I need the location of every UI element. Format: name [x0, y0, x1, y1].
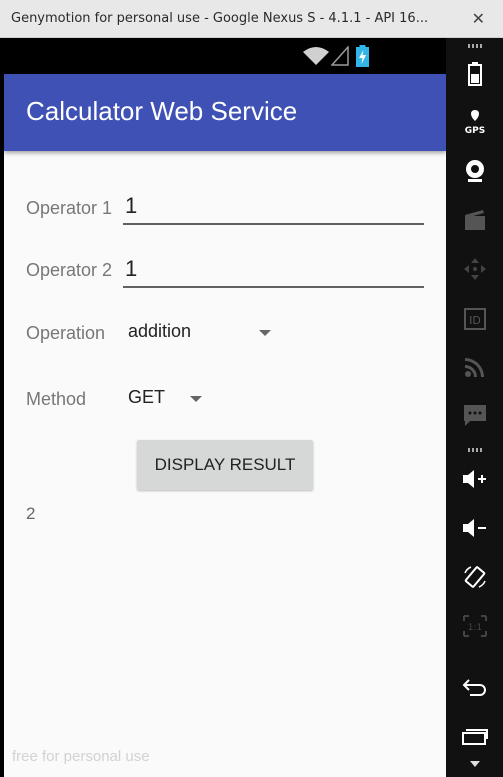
close-icon[interactable]: ✕ [472, 9, 485, 28]
window-titlebar: Genymotion for personal use - Google Nex… [0, 0, 503, 38]
method-selected-value: GET [128, 387, 166, 407]
operation-selected-value: addition [128, 321, 192, 341]
app-screen: Calculator Web Service Operator 1 Operat… [4, 74, 446, 777]
watermark-text: free for personal use [12, 748, 150, 765]
gps-label: GPS [464, 126, 484, 134]
volume-down-icon[interactable] [446, 508, 503, 548]
operator2-field[interactable] [123, 254, 426, 288]
pixel-perfect-label: 1:1 [467, 623, 481, 633]
gps-icon[interactable]: GPS [446, 102, 503, 142]
operator1-input[interactable] [123, 191, 426, 221]
method-spinner[interactable]: GET [128, 385, 208, 413]
battery-charging-icon [356, 45, 369, 67]
operation-label: Operation [26, 323, 106, 343]
recent-apps-icon[interactable] [446, 716, 503, 756]
status-bar [0, 38, 446, 74]
emulator-sidebar: GPS ID 1:1 [446, 38, 503, 777]
rotate-icon[interactable] [446, 557, 503, 597]
message-icon [446, 396, 503, 436]
app-title: Calculator Web Service [26, 96, 298, 126]
grip-dots [468, 448, 482, 452]
window-title: Genymotion for personal use - Google Nex… [11, 11, 429, 26]
wifi-icon [303, 47, 329, 65]
dropdown-arrow-icon [190, 396, 202, 402]
scroll-down-icon[interactable] [446, 751, 503, 777]
method-label: Method [26, 389, 87, 409]
id-icon: ID [446, 299, 503, 339]
operator1-label: Operator 1 [26, 198, 113, 218]
operator2-label: Operator 2 [26, 260, 113, 280]
id-label: ID [469, 314, 481, 327]
pixel-perfect-icon: 1:1 [446, 606, 503, 646]
result-text: 2 [26, 504, 36, 523]
grip-dots [468, 44, 482, 48]
app-bar: Calculator Web Service [4, 74, 446, 151]
operation-spinner[interactable]: addition [128, 319, 278, 347]
volume-up-icon[interactable] [446, 459, 503, 499]
webcam-icon[interactable] [446, 151, 503, 191]
capture-icon [446, 200, 503, 240]
back-icon[interactable] [446, 667, 503, 707]
operator1-field[interactable] [123, 191, 426, 225]
rss-icon [446, 347, 503, 387]
operator2-input[interactable] [123, 254, 426, 284]
signal-icon [331, 46, 349, 66]
battery-icon[interactable] [446, 54, 503, 94]
display-result-button[interactable]: DISPLAY RESULT [137, 440, 313, 490]
dpad-icon [446, 249, 503, 289]
dropdown-arrow-icon [259, 330, 271, 336]
